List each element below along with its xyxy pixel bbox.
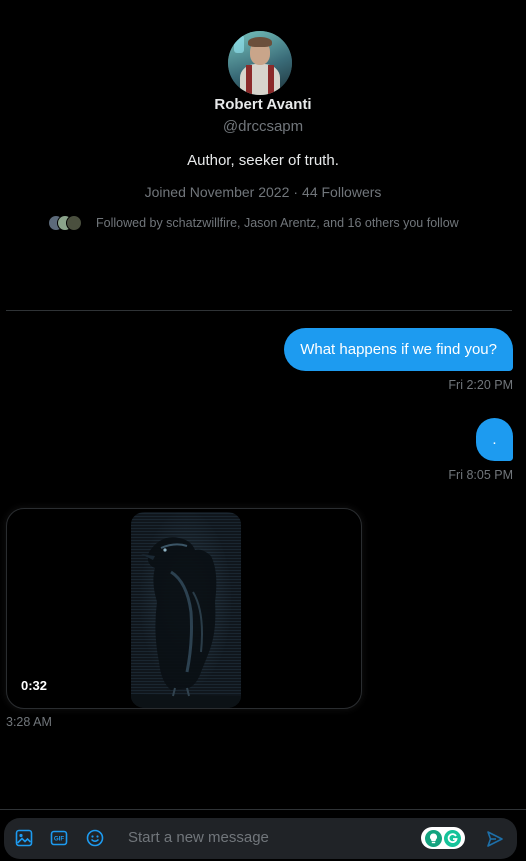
svg-text:GIF: GIF — [54, 836, 65, 843]
meta-separator: · — [293, 184, 299, 200]
section-divider — [6, 310, 512, 311]
video-duration: 0:32 — [21, 678, 48, 693]
profile-bio: Author, seeker of truth. — [187, 152, 339, 169]
image-icon[interactable] — [14, 828, 34, 848]
followed-by[interactable]: Followed by schatzwillfire, Jason Arentz… — [48, 213, 459, 233]
followed-by-text: Followed by schatzwillfire, Jason Arentz… — [96, 216, 459, 230]
message-timestamp: Fri 2:20 PM — [448, 378, 513, 392]
grammarly-g-icon — [444, 829, 461, 847]
message-composer[interactable]: GIF Start a new message — [4, 818, 517, 859]
message-text: What happens if we find you? — [300, 341, 497, 358]
message-timestamp: 3:28 AM — [6, 715, 52, 729]
video-thumbnail — [131, 512, 241, 708]
emoji-icon[interactable] — [85, 828, 105, 848]
followers-count[interactable]: 44 Followers — [302, 184, 381, 200]
gif-icon[interactable]: GIF — [49, 828, 69, 848]
profile-name[interactable]: Robert Avanti — [0, 96, 526, 113]
send-icon[interactable] — [484, 828, 506, 850]
profile-meta: Joined November 2022 · 44 Followers — [0, 184, 526, 200]
follower-avatar — [66, 215, 82, 231]
follower-avatars — [48, 213, 88, 233]
message-bubble-outgoing[interactable]: What happens if we find you? — [284, 328, 513, 371]
raven-image — [131, 537, 241, 708]
message-bubble-outgoing[interactable]: . — [476, 418, 513, 461]
message-input[interactable]: Start a new message — [128, 829, 269, 846]
video-message[interactable]: 0:32 — [6, 508, 362, 709]
grammarly-bulb-icon — [425, 829, 442, 847]
profile-handle[interactable]: @drccsapm — [0, 118, 526, 135]
profile-header: Robert Avanti @drccsapm Author, seeker o… — [0, 0, 526, 311]
message-text: . — [492, 431, 497, 448]
profile-avatar[interactable] — [228, 31, 292, 95]
joined-date: Joined November 2022 — [144, 184, 290, 200]
grammarly-icon[interactable] — [421, 827, 465, 849]
message-timestamp: Fri 8:05 PM — [448, 468, 513, 482]
composer-divider — [0, 809, 526, 810]
